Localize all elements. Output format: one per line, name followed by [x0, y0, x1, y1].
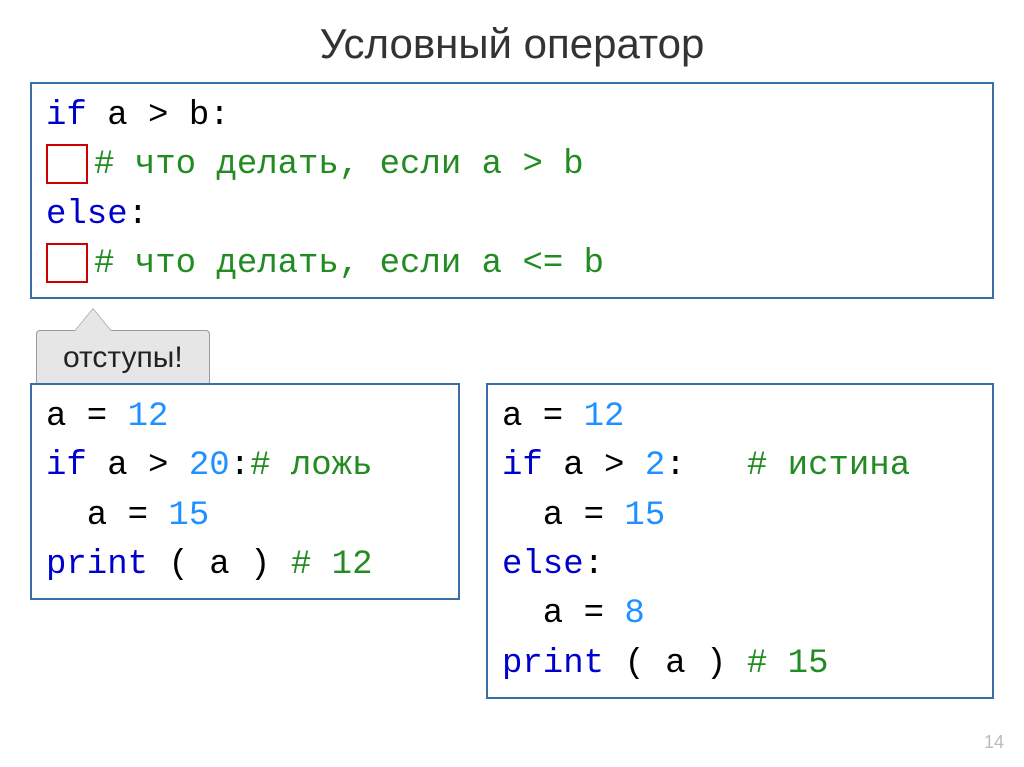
callout-label: отступы! — [63, 341, 183, 374]
comment: # истина — [747, 447, 910, 485]
indent-marker — [46, 144, 88, 184]
code-text: : — [584, 546, 604, 584]
code-text: a > b: — [87, 97, 230, 135]
comment: # что делать, если a > b — [94, 146, 584, 184]
page-title: Условный оператор — [24, 20, 1000, 68]
code-text: : — [128, 196, 148, 234]
comment: # 12 — [291, 546, 373, 584]
keyword-print: print — [46, 546, 148, 584]
code-text: ( a ) — [604, 645, 747, 683]
code-text: ( a ) — [148, 546, 291, 584]
code-text: : — [665, 447, 747, 485]
page-number: 14 — [984, 732, 1004, 753]
slide: Условный оператор if a > b: # что делать… — [0, 0, 1024, 767]
number: 8 — [624, 595, 644, 633]
code-text: : — [230, 447, 250, 485]
code-box-right: a = 12 if a > 2: # истина a = 15 else: a… — [486, 383, 994, 699]
number: 15 — [624, 497, 665, 535]
comment: # ложь — [250, 447, 372, 485]
code-box-left: a = 12 if a > 20:# ложь a = 15 print ( a… — [30, 383, 460, 600]
keyword-if: if — [46, 97, 87, 135]
keyword-if: if — [502, 447, 543, 485]
code-text: a = — [46, 398, 128, 436]
comment: # 15 — [747, 645, 829, 683]
keyword-else: else — [46, 196, 128, 234]
keyword-print: print — [502, 645, 604, 683]
bottom-row: a = 12 if a > 20:# ложь a = 15 print ( a… — [24, 383, 1000, 699]
number: 12 — [128, 398, 169, 436]
keyword-else: else — [502, 546, 584, 584]
callout-indents: отступы! — [36, 330, 210, 386]
code-text: a = — [502, 497, 624, 535]
indent-marker — [46, 243, 88, 283]
number: 12 — [584, 398, 625, 436]
code-text: a = — [502, 595, 624, 633]
number: 2 — [645, 447, 665, 485]
code-text: a > — [543, 447, 645, 485]
code-box-top: if a > b: # что делать, если a > b else:… — [30, 82, 994, 299]
code-text: a = — [46, 497, 168, 535]
comment: # что делать, если a <= b — [94, 245, 604, 283]
number: 15 — [168, 497, 209, 535]
number: 20 — [189, 447, 230, 485]
code-text: a > — [87, 447, 189, 485]
keyword-if: if — [46, 447, 87, 485]
code-text: a = — [502, 398, 584, 436]
